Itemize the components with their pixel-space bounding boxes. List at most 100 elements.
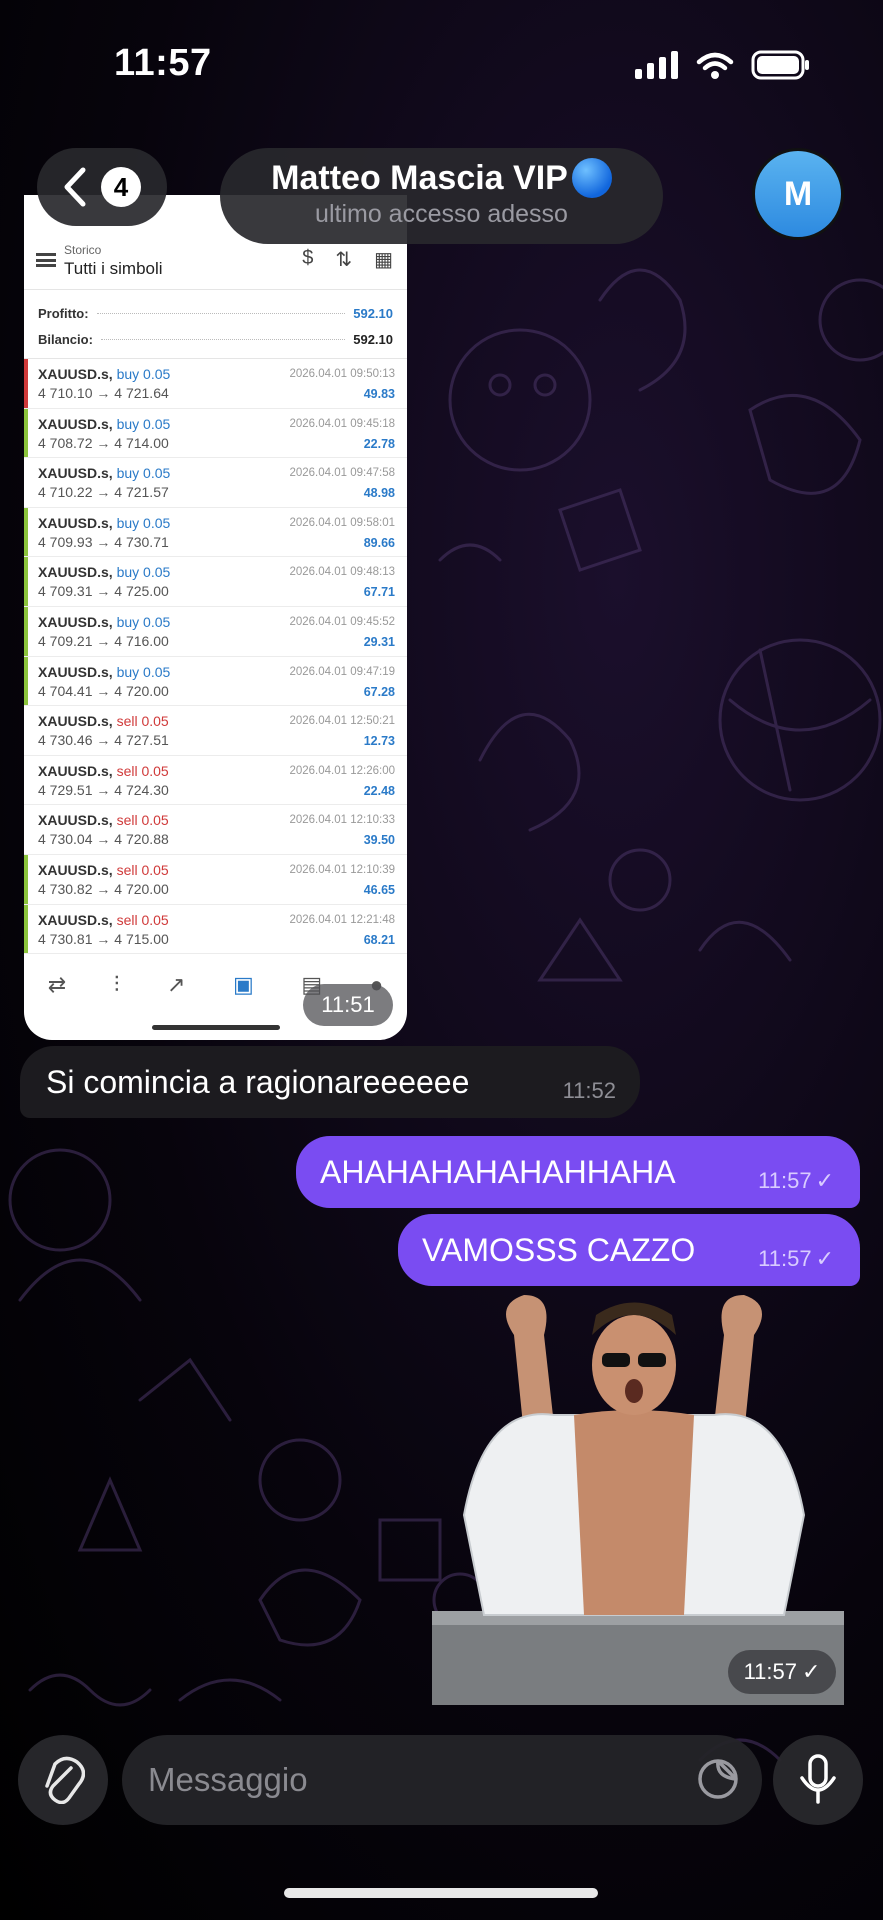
deal-prices: 4 709.93 → 4 730.71 bbox=[38, 533, 169, 550]
deal-prices: 4 730.46 → 4 727.51 bbox=[38, 732, 169, 749]
deal-symbol: XAUUSD.s, bbox=[38, 762, 113, 779]
deal-prices: 4 730.82 → 4 720.00 bbox=[38, 880, 169, 897]
deal-symbol: XAUUSD.s, bbox=[38, 366, 113, 382]
deal-datetime: 2026.04.01 09:48:13 bbox=[289, 566, 395, 579]
message-time: 11:51 bbox=[303, 984, 393, 1026]
deal-status-bar bbox=[24, 656, 28, 706]
screenshot-image-message[interactable]: Storico Tutti i simboli $ ⇅ ▦ Profitto: … bbox=[24, 195, 407, 1040]
deal-side: buy 0.05 bbox=[116, 613, 171, 630]
quotes-icon: ⇄ bbox=[47, 972, 67, 997]
deal-profit: 12.73 bbox=[363, 734, 395, 749]
deal-side: buy 0.05 bbox=[116, 663, 171, 680]
deal-profit: 22.48 bbox=[363, 783, 395, 798]
deal-profit: 67.28 bbox=[363, 684, 395, 699]
deal-symbol: XAUUSD.s, bbox=[38, 415, 113, 432]
deal-side: buy 0.05 bbox=[116, 465, 171, 482]
blue-circle-emoji-icon bbox=[571, 158, 612, 198]
chat-name: Matteo Mascia VIP bbox=[271, 158, 568, 197]
deal-row: XAUUSD.s, sell 0.05 4 730.04 → 4 720.88 20… bbox=[24, 805, 407, 855]
paperclip-icon bbox=[45, 1756, 85, 1804]
summary-block: Profitto: 592.10 Bilancio: 592.10 bbox=[24, 290, 407, 358]
microphone-button[interactable] bbox=[773, 1735, 863, 1825]
checkmark-icon: ✓ bbox=[815, 1246, 834, 1271]
deal-profit: 39.50 bbox=[363, 833, 395, 848]
message-text: VAMOSSS CAZZO bbox=[422, 1231, 696, 1268]
attach-button[interactable] bbox=[18, 1735, 108, 1825]
checkmark-icon: ✓ bbox=[801, 1659, 821, 1684]
deal-row: XAUUSD.s, sell 0.05 4 729.51 → 4 724.30 20… bbox=[24, 755, 407, 806]
deal-prices: 4 730.81 → 4 715.00 bbox=[38, 930, 169, 947]
deal-side: buy 0.05 bbox=[116, 415, 171, 432]
deal-profit: 68.21 bbox=[363, 932, 395, 947]
deal-row: XAUUSD.s, sell 0.05 4 730.81 → 4 715.00 20… bbox=[24, 904, 407, 955]
deal-datetime: 2026.04.01 12:50:21 bbox=[289, 715, 395, 728]
back-button[interactable]: 4 bbox=[37, 148, 167, 226]
message-input-placeholder: Messaggio bbox=[148, 1761, 308, 1798]
deal-status-bar bbox=[24, 458, 28, 507]
summary-row-profit: Profitto: 592.10 bbox=[38, 300, 393, 326]
deal-profit: 48.98 bbox=[363, 486, 395, 501]
deal-datetime: 2026.04.01 09:47:58 bbox=[289, 467, 395, 480]
history-icon: ▣ bbox=[233, 972, 254, 997]
summary-label: Bilancio: bbox=[38, 331, 93, 347]
deal-prices: 4 730.04 → 4 720.88 bbox=[38, 831, 169, 848]
deal-datetime: 2026.04.01 09:45:18 bbox=[289, 417, 395, 430]
message-time: 11:57 bbox=[743, 1659, 797, 1684]
deal-datetime: 2026.04.01 09:45:52 bbox=[289, 615, 395, 628]
calendar-icon: ▦ bbox=[374, 249, 393, 271]
chat-title-button[interactable]: Matteo Mascia VIP ultimo accesso adesso bbox=[220, 148, 663, 244]
deal-status-bar bbox=[24, 359, 28, 408]
deal-side: sell 0.05 bbox=[116, 713, 169, 730]
checkmark-icon: ✓ bbox=[815, 1168, 834, 1193]
deal-side: buy 0.05 bbox=[116, 366, 171, 382]
deal-datetime: 2026.04.01 09:58:01 bbox=[289, 516, 395, 529]
chat-status: ultimo accesso adesso bbox=[315, 200, 568, 228]
sticker-image[interactable] bbox=[424, 1295, 844, 1705]
message-input[interactable]: Messaggio bbox=[122, 1735, 762, 1825]
deal-symbol: XAUUSD.s, bbox=[38, 564, 113, 581]
deal-prices: 4 729.51 → 4 724.30 bbox=[38, 781, 169, 798]
outgoing-message[interactable]: AHAHAHAHAHAHHAHA 11:57 ✓ bbox=[296, 1136, 860, 1208]
deal-profit: 67.71 bbox=[363, 585, 395, 600]
sort-icon: ⇅ bbox=[335, 249, 353, 271]
screenshot-home-indicator bbox=[152, 1025, 280, 1030]
deal-symbol: XAUUSD.s, bbox=[38, 663, 113, 680]
deal-status-bar bbox=[24, 805, 28, 854]
message-time: 11:57 bbox=[758, 1168, 812, 1193]
deal-datetime: 2026.04.01 09:47:19 bbox=[289, 665, 395, 678]
deal-datetime: 2026.04.01 12:26:00 bbox=[289, 764, 395, 777]
menu-icon bbox=[36, 253, 56, 267]
summary-label: Profitto: bbox=[38, 305, 89, 321]
chat-name-row: Matteo Mascia VIP bbox=[220, 158, 663, 198]
deal-symbol: XAUUSD.s, bbox=[38, 713, 113, 730]
screenshot-small-title: Storico bbox=[64, 243, 102, 257]
deal-datetime: 2026.04.01 12:10:33 bbox=[289, 814, 395, 827]
deal-row: XAUUSD.s, buy 0.05 4 709.93 → 4 730.71 202… bbox=[24, 507, 407, 558]
deal-side: sell 0.05 bbox=[116, 911, 169, 928]
deal-prices: 4 710.10 → 4 721.64 bbox=[38, 385, 169, 401]
deal-profit: 22.78 bbox=[363, 436, 395, 451]
deal-status-bar bbox=[24, 904, 28, 954]
incoming-message[interactable]: Si comincia a ragionareeeeee 11:52 bbox=[20, 1046, 640, 1118]
avatar[interactable]: M bbox=[752, 148, 844, 240]
deal-row: XAUUSD.s, buy 0.05 4 709.31 → 4 725.00 202… bbox=[24, 557, 407, 607]
deal-side: sell 0.05 bbox=[116, 762, 169, 779]
deal-side: sell 0.05 bbox=[116, 812, 169, 829]
deal-datetime: 2026.04.01 09:50:13 bbox=[289, 368, 395, 380]
message-time: 11:57 bbox=[758, 1246, 812, 1271]
deal-side: sell 0.05 bbox=[116, 861, 169, 878]
deal-status-bar bbox=[24, 854, 28, 904]
deal-symbol: XAUUSD.s, bbox=[38, 861, 113, 878]
outgoing-message[interactable]: VAMOSSS CAZZO 11:57 ✓ bbox=[398, 1214, 860, 1286]
deal-status-bar bbox=[24, 408, 28, 458]
deal-status-bar bbox=[24, 755, 28, 805]
wifi-icon bbox=[696, 52, 734, 79]
currency-icon: $ bbox=[302, 247, 314, 269]
deal-profit: 49.83 bbox=[363, 387, 395, 401]
status-time: 11:57 bbox=[114, 42, 212, 84]
signal-icon bbox=[635, 51, 678, 79]
message-text: AHAHAHAHAHAHHAHA bbox=[320, 1153, 676, 1190]
sticker-icon[interactable] bbox=[696, 1757, 740, 1801]
deal-status-bar bbox=[24, 706, 28, 755]
deal-symbol: XAUUSD.s, bbox=[38, 514, 113, 531]
